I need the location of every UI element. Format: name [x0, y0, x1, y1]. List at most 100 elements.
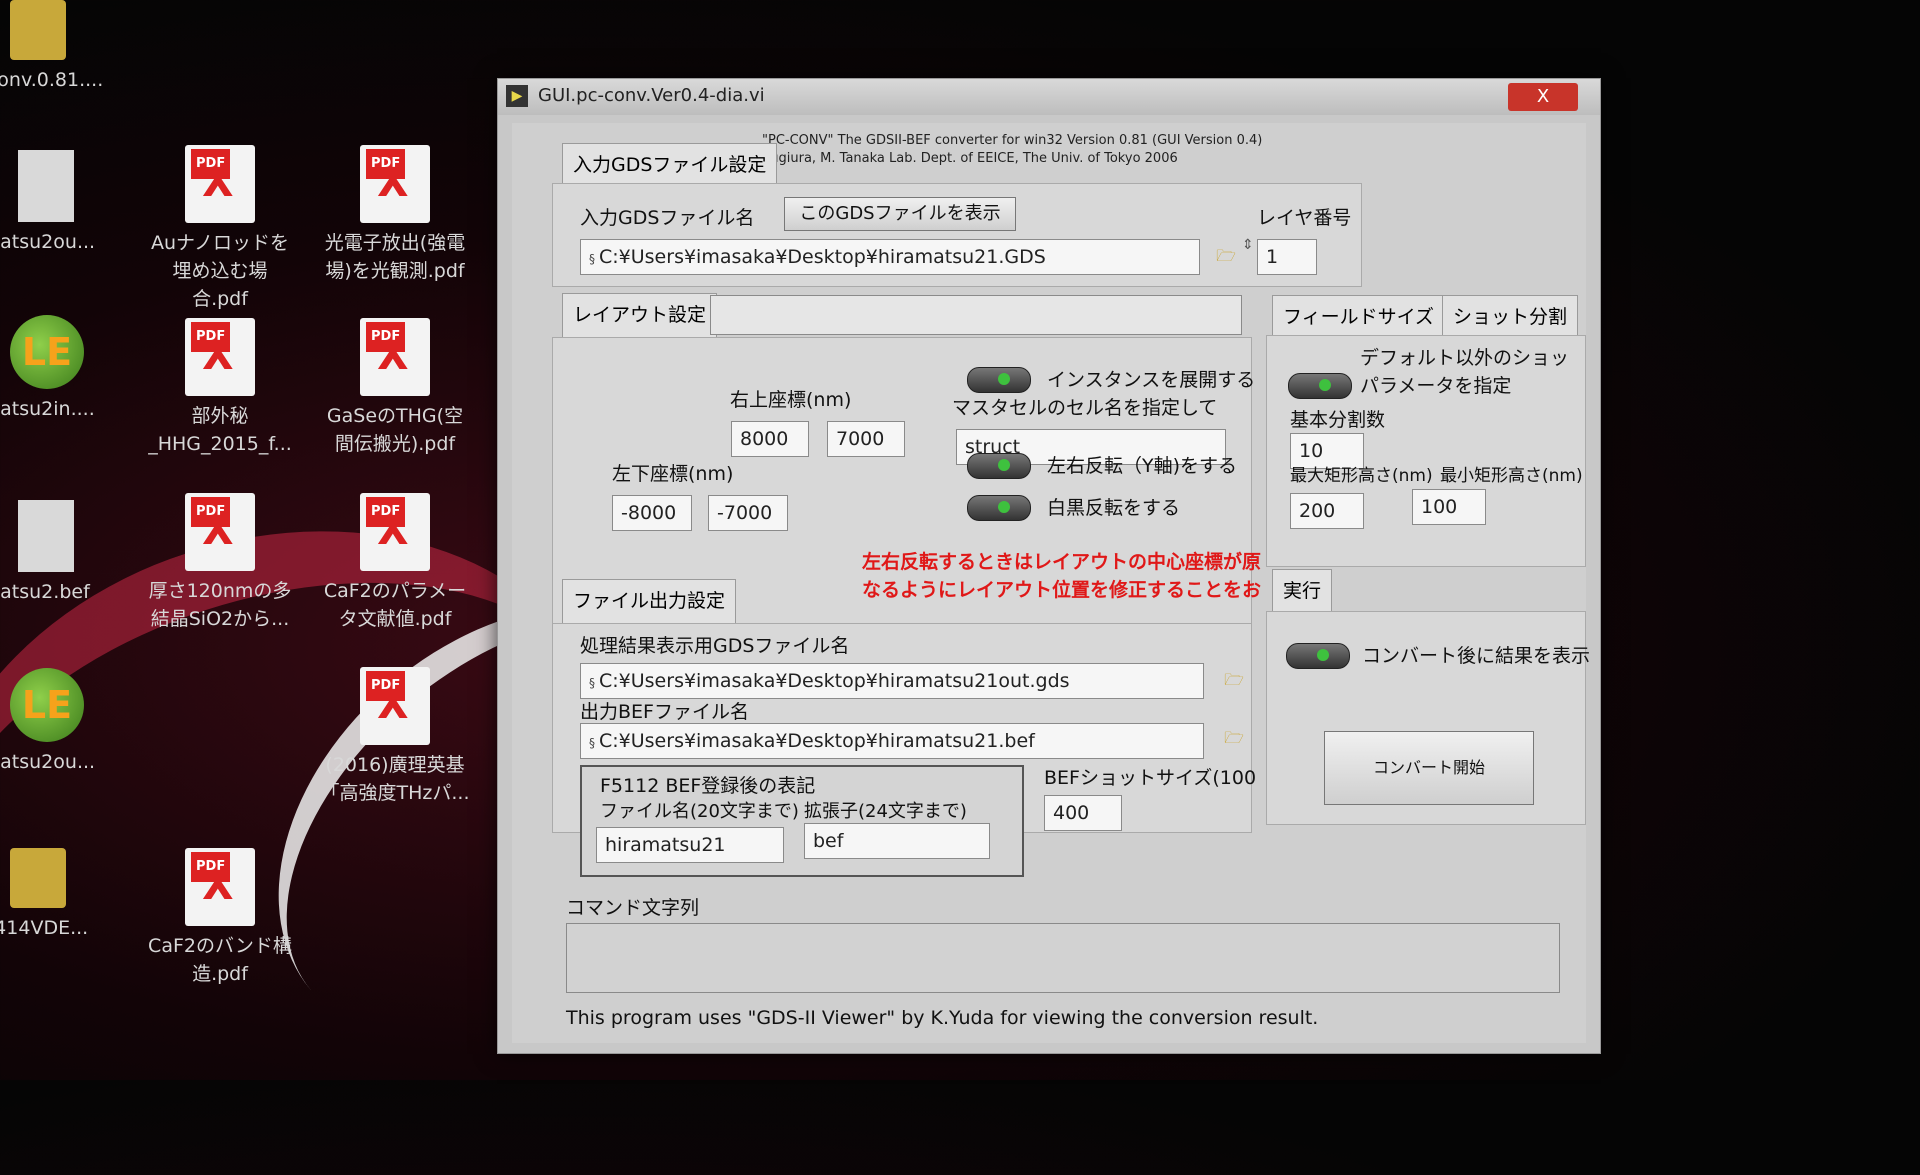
lower-left-y-field[interactable]: -7000: [708, 495, 788, 531]
layer-number-field[interactable]: 1: [1257, 239, 1317, 275]
desktop-icon-folder[interactable]: -conv.0.81....: [0, 0, 120, 94]
footer-note: This program uses "GDS-II Viewer" by K.Y…: [566, 1007, 1319, 1029]
input-gds-path-field[interactable]: § C:¥Users¥imasaka¥Desktop¥hiramatsu21.GD…: [580, 239, 1200, 275]
close-button[interactable]: X: [1508, 83, 1578, 111]
desktop-icon-pdf[interactable]: PDF ⅄ 部外秘_HHG_2015_f...: [145, 318, 295, 458]
input-gds-label: 入力GDSファイル名: [580, 207, 755, 229]
window-title: GUI.pc-conv.Ver0.4-dia.vi: [538, 85, 765, 106]
input-gds-path-value: C:¥Users¥imasaka¥Desktop¥hiramatsu21.GDS: [599, 246, 1046, 268]
tab-output[interactable]: ファイル出力設定: [562, 579, 737, 623]
tab-layout[interactable]: レイアウト設定: [562, 293, 718, 337]
app-window: ▶ GUI.pc-conv.Ver0.4-dia.vi X "PC-CONV" …: [497, 78, 1601, 1054]
desktop-icon-app[interactable]: LE amatsu2in....: [0, 315, 120, 423]
pdf-icon: PDF ⅄: [185, 493, 255, 571]
pdf-icon: PDF ⅄: [185, 848, 255, 926]
desktop-icon-label: -conv.0.81....: [0, 69, 104, 91]
result-gds-path-value: C:¥Users¥imasaka¥Desktop¥hiramatsu21out.…: [599, 670, 1070, 692]
min-rect-label: 最小矩形高さ(nm): [1440, 466, 1583, 486]
path-icon: §: [589, 252, 595, 266]
labview-run-icon: ▶: [506, 85, 528, 107]
result-gds-label: 処理結果表示用GDSファイル名: [580, 635, 850, 657]
path-icon: §: [589, 676, 595, 690]
desktop-icon-pdf[interactable]: PDF ⅄ 厚さ120nmの多結晶SiO2から...: [145, 493, 295, 633]
default-params-label-2: パラメータを指定: [1360, 375, 1512, 397]
f5112-label: F5112 BEF登録後の表記: [600, 775, 816, 797]
mirror-label: 左右反転（Y軸)をする: [1047, 455, 1238, 477]
mirror-toggle[interactable]: [967, 453, 1031, 479]
upper-right-y-field[interactable]: 7000: [827, 421, 905, 457]
extension-label: 拡張子(24文字まで): [804, 801, 967, 822]
default-params-toggle[interactable]: [1288, 373, 1352, 399]
bef-path-value: C:¥Users¥imasaka¥Desktop¥hiramatsu21.bef: [599, 730, 1035, 752]
result-gds-path-field[interactable]: § C:¥Users¥imasaka¥Desktop¥hiramatsu21out…: [580, 663, 1204, 699]
desktop-icon-app[interactable]: LE amatsu2ou...: [0, 668, 120, 776]
desktop-icon-folder[interactable]: 60414VDE...: [0, 848, 120, 942]
desktop-icon-label: CaF2のパラメータ文献値.pdf: [323, 580, 467, 630]
desktop-icon-label: amatsu2.bef: [0, 581, 90, 603]
desktop-icon-pdf[interactable]: PDF ⅄ 光電子放出(強電場)を光観測.pdf: [320, 145, 470, 285]
lower-left-x-field[interactable]: -8000: [612, 495, 692, 531]
title-bar[interactable]: ▶ GUI.pc-conv.Ver0.4-dia.vi X: [498, 79, 1600, 115]
layer-stepper-icon[interactable]: ⇕: [1242, 237, 1254, 253]
desktop-icon-file[interactable]: amatsu2ou...: [0, 150, 120, 256]
desktop-icon-pdf[interactable]: PDF ⅄ CaF2のパラメータ文献値.pdf: [320, 493, 470, 633]
upper-right-x-field[interactable]: 8000: [731, 421, 809, 457]
desktop-icon-pdf[interactable]: PDF ⅄ CaF2のバンド構造.pdf: [145, 848, 295, 988]
layout-status-field: [710, 295, 1242, 335]
desktop-icon-pdf[interactable]: PDF ⅄ GaSeのTHG(空間伝搬光).pdf: [320, 318, 470, 458]
warning-text-2: なるようにレイアウト位置を修正することをお: [862, 579, 1262, 601]
desktop-icon-pdf[interactable]: PDF ⅄ (2016)廣理英基「高強度THzパ...: [320, 667, 470, 807]
tab-shot-split[interactable]: ショット分割: [1442, 295, 1579, 335]
min-rect-field[interactable]: 100: [1412, 489, 1486, 525]
show-after-label: コンバート後に結果を表示: [1362, 645, 1591, 667]
window-client: "PC-CONV" The GDSII-BEF converter for wi…: [512, 123, 1590, 1043]
command-label: コマンド文字列: [566, 897, 700, 919]
max-rect-field[interactable]: 200: [1290, 493, 1364, 529]
desktop-icon-label: 厚さ120nmの多結晶SiO2から...: [148, 580, 292, 630]
info-line-1: "PC-CONV" The GDSII-BEF converter for wi…: [762, 133, 1263, 148]
command-field[interactable]: [566, 923, 1560, 993]
bef-path-field[interactable]: § C:¥Users¥imasaka¥Desktop¥hiramatsu21.be…: [580, 723, 1204, 759]
desktop-icon-label: amatsu2in....: [0, 398, 95, 420]
tab-run[interactable]: 実行: [1272, 569, 1333, 611]
pdf-icon: PDF ⅄: [360, 145, 430, 223]
bef-file-label: 出力BEFファイル名: [580, 701, 749, 723]
browse-folder-icon[interactable]: 🗁: [1220, 669, 1248, 689]
desktop-icon-label: 部外秘_HHG_2015_f...: [148, 405, 292, 455]
desktop-icon-label: GaSeのTHG(空間伝搬光).pdf: [326, 405, 464, 455]
bef-filename-field[interactable]: hiramatsu21: [596, 827, 784, 863]
show-after-toggle[interactable]: [1286, 643, 1350, 669]
folder-icon: [10, 848, 66, 908]
browse-folder-icon[interactable]: 🗁: [1220, 727, 1248, 747]
show-gds-button[interactable]: このGDSファイルを表示: [784, 197, 1016, 231]
invert-label: 白黒反転をする: [1047, 497, 1181, 519]
pdf-icon: PDF ⅄: [360, 667, 430, 745]
tab-field-size[interactable]: フィールドサイズ: [1272, 295, 1446, 335]
desktop-icon-file[interactable]: amatsu2.bef: [0, 500, 120, 606]
file-icon: [18, 500, 74, 572]
pdf-icon: PDF ⅄: [185, 145, 255, 223]
filename-label: ファイル名(20文字まで): [600, 801, 799, 822]
folder-icon: [10, 0, 66, 60]
invert-toggle[interactable]: [967, 495, 1031, 521]
le-app-icon: LE: [10, 315, 84, 389]
tab-input-gds[interactable]: 入力GDSファイル設定: [562, 143, 778, 183]
desktop-icon-pdf[interactable]: PDF ⅄ Auナノロッドを埋め込む場合.pdf: [145, 145, 295, 313]
le-app-icon: LE: [10, 668, 84, 742]
convert-start-button[interactable]: コンバート開始: [1324, 731, 1534, 805]
desktop-icon-label: 60414VDE...: [0, 917, 89, 939]
bef-extension-field[interactable]: bef: [804, 823, 990, 859]
desktop-icon-label: (2016)廣理英基「高強度THzパ...: [320, 754, 470, 804]
lower-left-label: 左下座標(nm): [612, 463, 734, 485]
desktop-icon-label: 光電子放出(強電場)を光観測.pdf: [324, 232, 466, 282]
pdf-icon: PDF ⅄: [360, 493, 430, 571]
browse-folder-icon[interactable]: 🗁: [1212, 245, 1240, 265]
upper-right-label: 右上座標(nm): [730, 389, 852, 411]
path-icon: §: [589, 736, 595, 750]
file-icon: [18, 150, 74, 222]
expand-instance-label: インスタンスを展開する: [1047, 369, 1256, 391]
desktop-icon-label: amatsu2ou...: [0, 231, 96, 253]
bef-shot-size-field[interactable]: 400: [1044, 795, 1122, 831]
expand-instance-toggle[interactable]: [967, 367, 1031, 393]
max-rect-label: 最大矩形高さ(nm): [1290, 466, 1433, 486]
